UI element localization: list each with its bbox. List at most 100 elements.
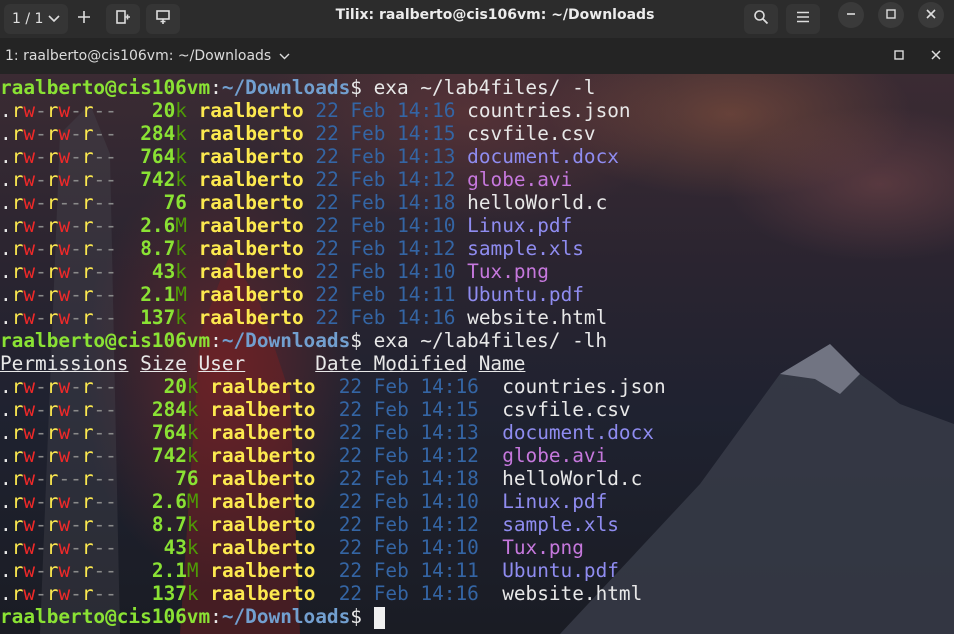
perm-bit: -	[70, 582, 82, 605]
prompt-colon: :	[210, 605, 222, 628]
hamburger-menu-icon	[796, 11, 810, 27]
session-switcher-button[interactable]: 1 / 1	[4, 4, 68, 34]
perm-bit: --	[93, 559, 117, 582]
column-header-row: Permissions Size User Date Modified Name	[0, 352, 525, 375]
terminal-pane[interactable]: raalberto@cis106vm:~/Downloads$ exa ~/la…	[0, 74, 954, 634]
perm-type: .	[0, 536, 12, 559]
maximize-button[interactable]	[878, 2, 904, 28]
file-size-unit: k	[175, 99, 187, 122]
title-bar: 1 / 1 Tilix: raalberto@cis106vm: ~/Downl…	[0, 0, 954, 38]
permissions: .rw-rw-r--	[0, 168, 117, 191]
file-name: document.docx	[467, 145, 619, 168]
file-row: .rw-rw-r-- 742k raalberto 22 Feb 14:12 g…	[0, 444, 607, 467]
file-name: website.html	[467, 306, 608, 329]
terminal-title: 1: raalberto@cis106vm: ~/Downloads	[5, 48, 272, 64]
file-size-unit: M	[186, 490, 199, 513]
close-icon	[931, 48, 941, 64]
menu-button[interactable]	[786, 4, 820, 34]
header-date-modified: Date Modified	[315, 352, 468, 375]
add-session-button[interactable]	[69, 4, 99, 34]
perm-bit: w	[23, 168, 36, 191]
file-size-unit: k	[186, 536, 199, 559]
file-date: 22 Feb 14:11	[338, 559, 479, 582]
perm-type: .	[0, 214, 12, 237]
perm-bit: r	[11, 191, 24, 214]
file-row: .rw-rw-r-- 137k raalberto 22 Feb 14:16 w…	[0, 306, 607, 329]
file-date: 22 Feb 14:10	[338, 490, 479, 513]
prompt-path: ~/Downloads	[221, 329, 351, 352]
file-name: countries.json	[502, 375, 666, 398]
perm-bit: r	[11, 260, 24, 283]
file-name: sample.xls	[502, 513, 619, 536]
file-size: 76	[163, 191, 187, 214]
perm-bit: --	[93, 168, 117, 191]
perm-bit: --	[93, 536, 117, 559]
perm-bit: -	[35, 122, 47, 145]
file-name: Ubuntu.pdf	[467, 283, 584, 306]
file-size-unit: k	[186, 398, 199, 421]
perm-bit: w	[58, 168, 71, 191]
perm-bit: --	[93, 260, 117, 283]
perm-bit: r	[11, 398, 24, 421]
perm-bit: w	[23, 306, 36, 329]
perm-bit: r	[81, 237, 94, 260]
perm-bit: r	[46, 99, 59, 122]
prompt-path: ~/Downloads	[221, 76, 351, 99]
file-row: .rw-rw-r-- 20k raalberto 22 Feb 14:16 co…	[0, 375, 666, 398]
perm-bit: w	[58, 283, 71, 306]
file-size-unit: k	[175, 145, 187, 168]
file-owner: raalberto	[210, 559, 316, 582]
file-date: 22 Feb 14:10	[315, 260, 456, 283]
file-name: Linux.pdf	[467, 214, 573, 237]
perm-bit: w	[23, 559, 36, 582]
search-button[interactable]	[744, 4, 778, 34]
terminal-title-dropdown[interactable]: 1: raalberto@cis106vm: ~/Downloads	[5, 38, 290, 74]
close-icon	[926, 7, 936, 23]
add-terminal-down-button[interactable]	[146, 4, 180, 34]
permissions: .rw-rw-r--	[0, 145, 117, 168]
perm-bit: w	[23, 513, 36, 536]
file-size-unit: M	[186, 559, 199, 582]
file-size-unit: k	[186, 421, 199, 444]
perm-bit: --	[93, 467, 117, 490]
permissions: .rw-rw-r--	[0, 513, 117, 536]
perm-bit: r	[81, 191, 94, 214]
add-terminal-right-button[interactable]	[106, 4, 140, 34]
perm-bit: -	[35, 490, 47, 513]
perm-bit: w	[23, 99, 36, 122]
perm-bit: r	[46, 582, 59, 605]
perm-bit: -	[35, 214, 47, 237]
perm-bit: r	[81, 444, 94, 467]
close-button[interactable]	[918, 2, 944, 28]
terminal-maximize-button[interactable]	[892, 49, 906, 63]
perm-bit: r	[81, 398, 94, 421]
perm-bit: -	[70, 444, 82, 467]
perm-bit: r	[46, 536, 59, 559]
minimize-button[interactable]	[838, 2, 864, 28]
terminal-close-button[interactable]	[929, 49, 943, 63]
file-size-unit: k	[175, 168, 187, 191]
perm-bit: --	[93, 513, 117, 536]
prompt-user: raalberto@cis106vm	[0, 605, 211, 628]
prompt-path: ~/Downloads	[221, 605, 351, 628]
perm-type: .	[0, 559, 12, 582]
permissions: .rw-rw-r--	[0, 214, 117, 237]
